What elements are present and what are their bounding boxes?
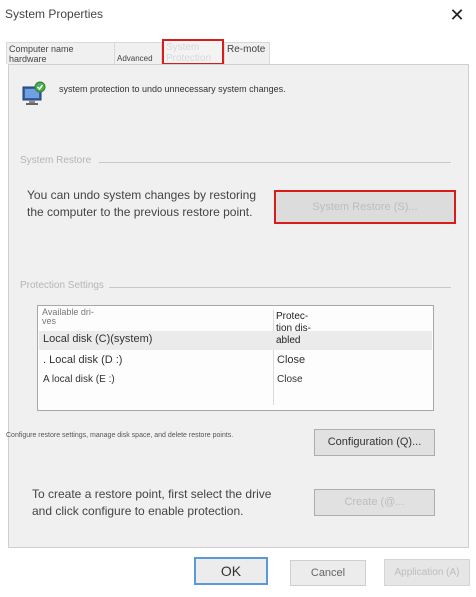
close-icon[interactable]: ✕ xyxy=(446,4,468,26)
tab-system-protection[interactable]: System Protection xyxy=(162,39,224,65)
column-header-protection: Protec- tion dis- abled xyxy=(276,311,312,346)
system-restore-button[interactable]: System Restore (S)... xyxy=(274,190,456,224)
cancel-button[interactable]: Cancel xyxy=(290,560,366,586)
protection-settings-group-label: Protection Settings xyxy=(20,280,106,291)
tab-advanced[interactable]: Advanced xyxy=(114,42,162,64)
tab-label: Computer name hardware xyxy=(9,44,74,64)
system-restore-group-label: System Restore xyxy=(20,155,94,166)
drive-name: A local disk (E :) xyxy=(43,374,115,385)
title-bar: System Properties ✕ xyxy=(0,0,476,30)
protection-status: Close xyxy=(277,354,306,366)
drive-name: . Local disk (D :) xyxy=(43,354,123,366)
configure-description: Configure restore settings, manage disk … xyxy=(6,432,234,439)
create-description: To create a restore point, first select … xyxy=(32,486,271,520)
group-divider xyxy=(109,287,451,288)
description-line: and click configure to enable protection… xyxy=(32,504,244,518)
table-row[interactable]: A local disk (E :) Close xyxy=(39,372,432,391)
tab-panel: system protection to undo unnecessary sy… xyxy=(6,64,469,548)
tab-label: Advanced xyxy=(117,54,153,63)
system-restore-description: You can undo system changes by restoring… xyxy=(27,187,256,221)
tab-label: System Protection xyxy=(166,42,212,64)
description-line: To create a restore point, first select … xyxy=(32,487,272,501)
configure-button[interactable]: Configuration (Q)... xyxy=(314,429,435,456)
column-header-drives: Available dri- ves xyxy=(42,307,94,326)
tab-remote[interactable]: Re-mote xyxy=(224,42,270,64)
apply-button[interactable]: Application (A) xyxy=(384,559,470,586)
ok-button[interactable]: OK xyxy=(194,557,268,585)
description-line: the computer to the previous restore poi… xyxy=(27,205,253,219)
description-line: You can undo system changes by restoring xyxy=(27,188,257,202)
protection-status: Close xyxy=(277,374,303,385)
window-title: System Properties xyxy=(5,7,104,21)
table-row[interactable]: . Local disk (D :) Close xyxy=(39,352,432,371)
tab-strip: Computer name hardware Advanced System P… xyxy=(0,36,476,65)
table-row[interactable]: Local disk (C)(system) xyxy=(39,331,432,350)
tab-computer-name-hardware[interactable]: Computer name hardware xyxy=(6,42,116,64)
drive-name: Local disk (C)(system) xyxy=(43,333,153,345)
group-divider xyxy=(99,162,451,163)
create-button[interactable]: Create (@... xyxy=(314,489,435,516)
computer-shield-icon xyxy=(22,81,46,105)
drives-table: Available dri- ves Local disk (C)(system… xyxy=(37,305,434,411)
tab-label: Re-mote xyxy=(227,44,266,55)
intro-text: system protection to undo unnecessary sy… xyxy=(59,84,286,94)
